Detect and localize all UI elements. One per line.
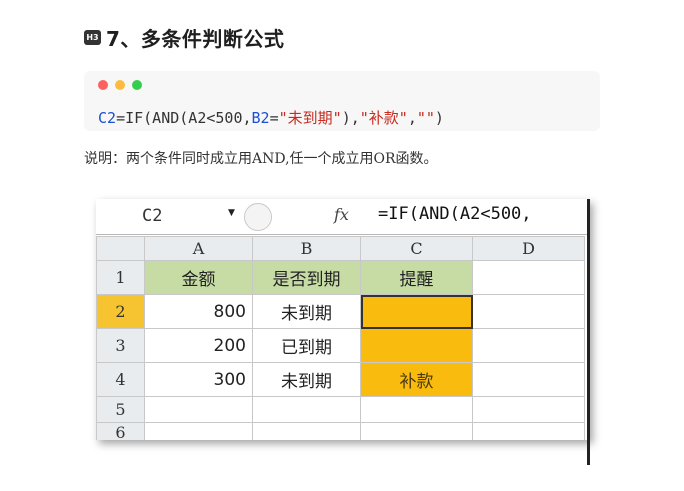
- code-block: C2=IF(AND(A2<500,B2="未到期"),"补款",""): [84, 71, 600, 131]
- description-text: 说明：两个条件同时成立用AND,任一个成立用OR函数。: [84, 151, 438, 167]
- column-header-row: A B C D: [96, 236, 585, 261]
- spreadsheet-screenshot: C2 ▼ fx =IF(AND(A2<500, A B C D 1 金额 是否到…: [96, 199, 590, 440]
- table-row: 6: [96, 422, 585, 440]
- cell-b5[interactable]: [252, 396, 361, 423]
- table-row: 2 800 未到期: [96, 294, 585, 329]
- row-header[interactable]: 4: [96, 362, 145, 397]
- cell-b2[interactable]: 未到期: [252, 294, 361, 329]
- cell-d1[interactable]: [472, 260, 585, 295]
- cell-a1[interactable]: 金额: [144, 260, 253, 295]
- row-header[interactable]: 5: [96, 396, 145, 423]
- cell-c1[interactable]: 提醒: [360, 260, 473, 295]
- cell-a5[interactable]: [144, 396, 253, 423]
- name-box[interactable]: C2: [96, 203, 206, 229]
- h3-badge-icon: H3: [84, 29, 101, 45]
- select-all-corner[interactable]: [96, 236, 145, 261]
- code-token: "": [416, 109, 435, 127]
- cell-c6[interactable]: [360, 422, 473, 440]
- fx-icon[interactable]: fx: [334, 205, 349, 224]
- table-row: 1 金额 是否到期 提醒: [96, 260, 585, 295]
- cell-d4[interactable]: [472, 362, 585, 397]
- cell-a4[interactable]: 300: [144, 362, 253, 397]
- column-header-b[interactable]: B: [252, 236, 361, 261]
- cell-c2-selected[interactable]: [360, 294, 473, 329]
- row-header[interactable]: 6: [96, 422, 145, 440]
- table-row: 5: [96, 396, 585, 423]
- minimize-dot-icon: [115, 80, 125, 90]
- cell-b3[interactable]: 已到期: [252, 328, 361, 363]
- cell-b1[interactable]: 是否到期: [252, 260, 361, 295]
- divider-line: [587, 199, 590, 465]
- code-token: ): [434, 109, 444, 127]
- code-token: ),: [341, 109, 360, 127]
- cell-b6[interactable]: [252, 422, 361, 440]
- column-header-c[interactable]: C: [360, 236, 473, 261]
- cell-d2[interactable]: [472, 294, 585, 329]
- column-header-d[interactable]: D: [472, 236, 585, 261]
- code-token: "未到期": [278, 109, 342, 127]
- code-token: =: [269, 109, 279, 127]
- code-token: ,: [407, 109, 417, 127]
- zoom-circle-icon: [244, 203, 272, 231]
- section-heading: H3 7、多条件判断公式: [84, 22, 284, 52]
- cell-c3[interactable]: [360, 328, 473, 363]
- cell-d6[interactable]: [472, 422, 585, 440]
- row-header[interactable]: 3: [96, 328, 145, 363]
- column-header-a[interactable]: A: [144, 236, 253, 261]
- cell-a3[interactable]: 200: [144, 328, 253, 363]
- table-row: 4 300 未到期 补款: [96, 362, 585, 397]
- code-token: =IF(AND(A2<500,: [116, 109, 252, 127]
- formula-bar: C2 ▼ fx =IF(AND(A2<500,: [96, 199, 590, 235]
- window-dots: [98, 80, 142, 90]
- table-row: 3 200 已到期: [96, 328, 585, 363]
- formula-input[interactable]: =IF(AND(A2<500,: [378, 204, 532, 224]
- cell-c5[interactable]: [360, 396, 473, 423]
- maximize-dot-icon: [132, 80, 142, 90]
- close-dot-icon: [98, 80, 108, 90]
- cell-a6[interactable]: [144, 422, 253, 440]
- row-header[interactable]: 2: [96, 294, 145, 329]
- code-line: C2=IF(AND(A2<500,B2="未到期"),"补款",""): [98, 107, 444, 128]
- heading-title: 7、多条件判断公式: [106, 26, 285, 51]
- code-token: C2: [98, 109, 117, 127]
- cell-grid: A B C D 1 金额 是否到期 提醒 2 800 未到期 3 200 已到期: [96, 236, 585, 440]
- cell-c4[interactable]: 补款: [360, 362, 473, 397]
- cell-a2[interactable]: 800: [144, 294, 253, 329]
- row-header[interactable]: 1: [96, 260, 145, 295]
- dropdown-arrow-icon[interactable]: ▼: [228, 208, 235, 218]
- code-token: "补款": [359, 109, 408, 127]
- code-token: B2: [251, 109, 270, 127]
- cell-d3[interactable]: [472, 328, 585, 363]
- cell-d5[interactable]: [472, 396, 585, 423]
- cell-b4[interactable]: 未到期: [252, 362, 361, 397]
